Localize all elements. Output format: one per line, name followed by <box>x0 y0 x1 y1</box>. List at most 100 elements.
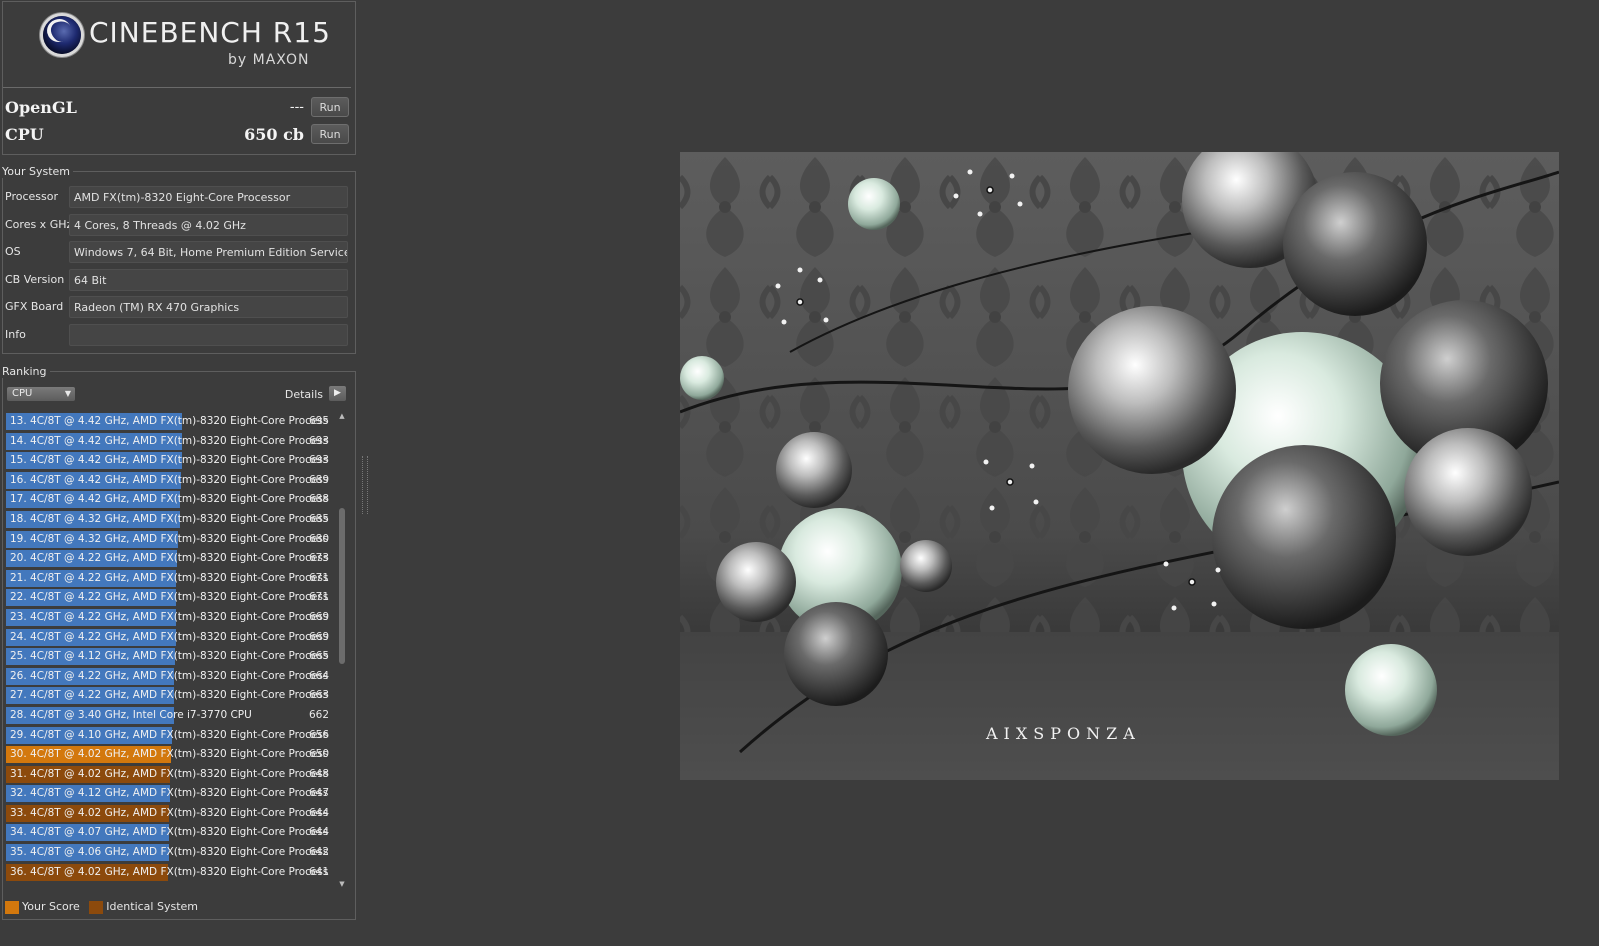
cinebench-logo: CINEBENCH R15 by MAXON <box>43 16 330 74</box>
processor-field[interactable]: AMD FX(tm)-8320 Eight-Core Processor <box>69 186 348 208</box>
cpu-row: CPU 650 cb Run <box>5 124 350 146</box>
ranking-row-score: 644 <box>309 806 330 819</box>
ranking-row-label: 28. 4C/8T @ 3.40 GHz, Intel Core i7-3770… <box>10 708 252 721</box>
ranking-row-label: 17. 4C/8T @ 4.42 GHz, AMD FX(tm)-8320 Ei… <box>10 493 329 506</box>
cpu-label: CPU <box>5 125 44 144</box>
ranking-row-score: 680 <box>309 532 330 545</box>
ranking-row[interactable]: 25. 4C/8T @ 4.12 GHz, AMD FX(tm)-8320 Ei… <box>4 647 336 667</box>
header-panel: CINEBENCH R15 by MAXON OpenGL --- Run CP… <box>2 1 356 155</box>
ranking-row-score: 688 <box>309 493 330 506</box>
details-button[interactable]: ▶ <box>329 386 346 401</box>
ranking-scrollbar[interactable]: ▲ ▼ <box>337 412 347 888</box>
ranking-row-score: 665 <box>309 650 330 663</box>
legend-swatch-your-score <box>5 900 19 914</box>
app-subtitle: by MAXON <box>228 52 310 68</box>
ranking-row-label: 32. 4C/8T @ 4.12 GHz, AMD FX(tm)-8320 Ei… <box>10 787 329 800</box>
ranking-row-label: 23. 4C/8T @ 4.22 GHz, AMD FX(tm)-8320 Ei… <box>10 610 329 623</box>
glass-sphere <box>1068 306 1236 474</box>
ranking-row-score: 644 <box>309 826 330 839</box>
ranking-row-label: 31. 4C/8T @ 4.02 GHz, AMD FX(tm)-8320 Ei… <box>10 767 329 780</box>
opengl-score: --- <box>289 100 304 115</box>
ranking-row-score: 663 <box>309 689 330 702</box>
ranking-row[interactable]: 24. 4C/8T @ 4.22 GHz, AMD FX(tm)-8320 Ei… <box>4 628 336 648</box>
header-divider <box>3 87 351 88</box>
os-field[interactable]: Windows 7, 64 Bit, Home Premium Edition … <box>69 241 348 263</box>
system-row-processor: Processor AMD FX(tm)-8320 Eight-Core Pro… <box>3 186 353 208</box>
ranking-type-dropdown[interactable]: CPU ▼ <box>7 387 75 401</box>
ranking-row-score: 673 <box>309 552 330 565</box>
ranking-row-label: 36. 4C/8T @ 4.02 GHz, AMD FX(tm)-8320 Ei… <box>10 865 329 878</box>
legend-your-score: Your Score <box>5 900 80 914</box>
ranking-row[interactable]: 30. 4C/8T @ 4.02 GHz, AMD FX(tm)-8320 Ei… <box>4 745 336 765</box>
ranking-row[interactable]: 32. 4C/8T @ 4.12 GHz, AMD FX(tm)-8320 Ei… <box>4 784 336 804</box>
ranking-row[interactable]: 15. 4C/8T @ 4.42 GHz, AMD FX(tm)-8320 Ei… <box>4 451 336 471</box>
ranking-row[interactable]: 16. 4C/8T @ 4.42 GHz, AMD FX(tm)-8320 Ei… <box>4 471 336 491</box>
ranking-row-score: 662 <box>309 708 330 721</box>
opengl-label: OpenGL <box>5 98 77 117</box>
ranking-row-label: 13. 4C/8T @ 4.42 GHz, AMD FX(tm)-8320 Ei… <box>10 415 329 427</box>
ranking-list[interactable]: 13. 4C/8T @ 4.42 GHz, AMD FX(tm)-8320 Ei… <box>4 412 336 888</box>
ranking-row[interactable]: 34. 4C/8T @ 4.07 GHz, AMD FX(tm)-8320 Ei… <box>4 823 336 843</box>
legend-swatch-identical <box>89 900 104 914</box>
chevron-down-icon: ▼ <box>64 389 71 398</box>
ranking-row[interactable]: 23. 4C/8T @ 4.22 GHz, AMD FX(tm)-8320 Ei… <box>4 608 336 628</box>
os-label: OS <box>5 245 21 258</box>
ranking-row-score: 689 <box>309 473 330 486</box>
ranking-row-score: 642 <box>309 846 330 859</box>
system-row-gfx: GFX Board Radeon (TM) RX 470 Graphics <box>3 296 353 318</box>
ranking-row[interactable]: 27. 4C/8T @ 4.22 GHz, AMD FX(tm)-8320 Ei… <box>4 686 336 706</box>
scroll-up-arrow-icon[interactable]: ▲ <box>337 412 347 420</box>
ranking-panel: Ranking CPU ▼ Details ▶ 13. 4C/8T @ 4.42… <box>1 365 356 920</box>
ranking-row[interactable]: 17. 4C/8T @ 4.42 GHz, AMD FX(tm)-8320 Ei… <box>4 490 336 510</box>
ranking-row-label: 26. 4C/8T @ 4.22 GHz, AMD FX(tm)-8320 Ei… <box>10 669 329 682</box>
ranking-row[interactable]: 28. 4C/8T @ 3.40 GHz, Intel Core i7-3770… <box>4 706 336 726</box>
ranking-row[interactable]: 26. 4C/8T @ 4.22 GHz, AMD FX(tm)-8320 Ei… <box>4 667 336 687</box>
legend-identical-label: Identical System <box>106 900 198 914</box>
scrollbar-thumb[interactable] <box>339 508 345 664</box>
ranking-row-label: 25. 4C/8T @ 4.12 GHz, AMD FX(tm)-8320 Ei… <box>10 650 329 663</box>
cpu-run-button[interactable]: Run <box>311 124 349 144</box>
ranking-row-label: 20. 4C/8T @ 4.22 GHz, AMD FX(tm)-8320 Ei… <box>10 552 329 565</box>
gfx-board-label: GFX Board <box>5 300 64 313</box>
ranking-row[interactable]: 36. 4C/8T @ 4.02 GHz, AMD FX(tm)-8320 Ei… <box>4 863 336 883</box>
cb-version-field[interactable]: 64 Bit <box>69 268 348 291</box>
ranking-row-label: 22. 4C/8T @ 4.22 GHz, AMD FX(tm)-8320 Ei… <box>10 591 329 604</box>
ranking-row-score: 693 <box>309 434 330 447</box>
ranking-row[interactable]: 29. 4C/8T @ 4.10 GHz, AMD FX(tm)-8320 Ei… <box>4 726 336 746</box>
ranking-row-score: 671 <box>309 571 330 584</box>
legend-your-score-label: Your Score <box>22 900 80 914</box>
ranking-row-label: 15. 4C/8T @ 4.42 GHz, AMD FX(tm)-8320 Ei… <box>10 454 329 467</box>
ranking-row[interactable]: 35. 4C/8T @ 4.06 GHz, AMD FX(tm)-8320 Ei… <box>4 843 336 863</box>
ranking-row[interactable]: 19. 4C/8T @ 4.32 GHz, AMD FX(tm)-8320 Ei… <box>4 530 336 550</box>
ranking-row[interactable]: 21. 4C/8T @ 4.22 GHz, AMD FX(tm)-8320 Ei… <box>4 569 336 589</box>
panel-splitter-handle[interactable] <box>362 456 368 514</box>
ranking-row[interactable]: 33. 4C/8T @ 4.02 GHz, AMD FX(tm)-8320 Ei… <box>4 804 336 824</box>
ranking-row[interactable]: 14. 4C/8T @ 4.42 GHz, AMD FX(tm)-8320 Ei… <box>4 432 336 452</box>
ranking-row-label: 24. 4C/8T @ 4.22 GHz, AMD FX(tm)-8320 Ei… <box>10 630 329 643</box>
ranking-row-label: 27. 4C/8T @ 4.22 GHz, AMD FX(tm)-8320 Ei… <box>10 689 329 702</box>
ranking-row[interactable]: 31. 4C/8T @ 4.02 GHz, AMD FX(tm)-8320 Ei… <box>4 765 336 785</box>
ranking-row-label: 35. 4C/8T @ 4.06 GHz, AMD FX(tm)-8320 Ei… <box>10 846 329 859</box>
ranking-row[interactable]: 13. 4C/8T @ 4.42 GHz, AMD FX(tm)-8320 Ei… <box>4 412 336 432</box>
ranking-row[interactable]: 18. 4C/8T @ 4.32 GHz, AMD FX(tm)-8320 Ei… <box>4 510 336 530</box>
ranking-row-score: 641 <box>309 865 330 878</box>
details-label: Details <box>284 388 323 401</box>
ranking-row-score: 695 <box>309 415 330 427</box>
info-field[interactable] <box>69 323 348 346</box>
ranking-row[interactable]: 22. 4C/8T @ 4.22 GHz, AMD FX(tm)-8320 Ei… <box>4 588 336 608</box>
ranking-row-score: 693 <box>309 454 330 467</box>
info-label: Info <box>5 327 26 341</box>
cores-field[interactable]: 4 Cores, 8 Threads @ 4.02 GHz <box>69 213 348 236</box>
ranking-row-score: 664 <box>309 669 330 682</box>
your-system-title: Your System <box>1 165 73 178</box>
cpu-score: 650 cb <box>244 125 304 144</box>
ranking-legend: Your Score Identical System <box>5 900 204 914</box>
opengl-run-button[interactable]: Run <box>311 97 349 117</box>
ranking-row-label: 21. 4C/8T @ 4.22 GHz, AMD FX(tm)-8320 Ei… <box>10 571 329 584</box>
ranking-title: Ranking <box>1 365 50 378</box>
scroll-down-arrow-icon[interactable]: ▼ <box>337 880 347 888</box>
gfx-board-field[interactable]: Radeon (TM) RX 470 Graphics <box>69 296 348 318</box>
ranking-row-label: 34. 4C/8T @ 4.07 GHz, AMD FX(tm)-8320 Ei… <box>10 826 329 839</box>
ranking-type-value: CPU <box>12 388 33 399</box>
ranking-row[interactable]: 20. 4C/8T @ 4.22 GHz, AMD FX(tm)-8320 Ei… <box>4 549 336 569</box>
